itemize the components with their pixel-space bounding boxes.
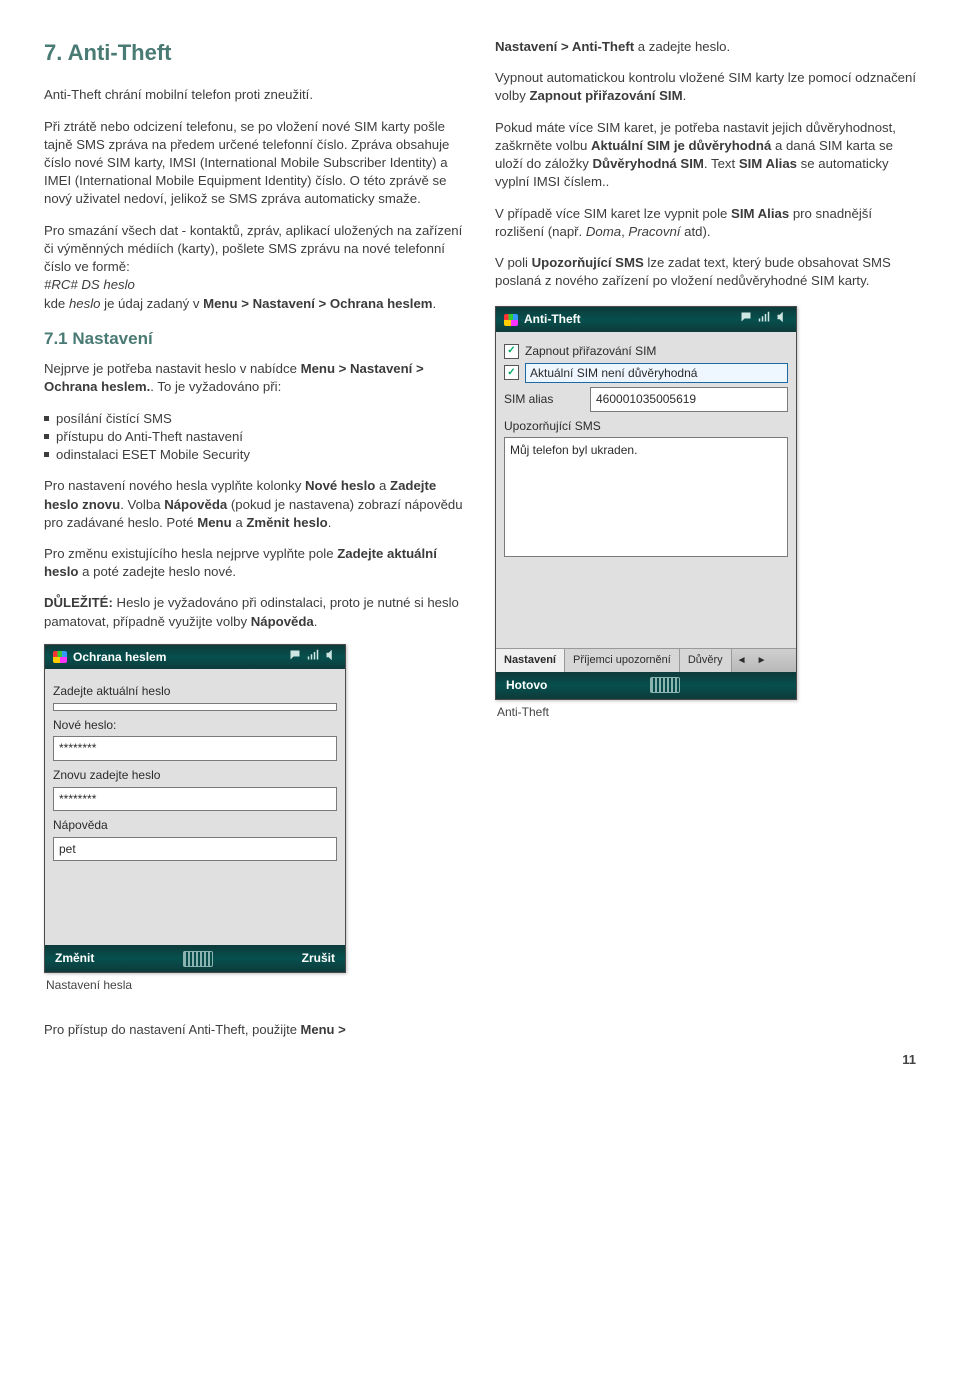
para: Vypnout automatickou kontrolu vložené SI… bbox=[495, 69, 916, 105]
para: DŮLEŽITÉ: Heslo je vyžadováno při odinst… bbox=[44, 594, 465, 630]
window-title: Anti-Theft bbox=[524, 311, 581, 328]
para: Nejprve je potřeba nastavit heslo v nabí… bbox=[44, 360, 465, 396]
figure-caption: Nastavení hesla bbox=[46, 977, 465, 994]
para: V poli Upozorňující SMS lze zadat text, … bbox=[495, 254, 916, 290]
windows-icon bbox=[53, 651, 67, 663]
para: Nastavení > Anti-Theft a zadejte heslo. bbox=[495, 38, 916, 56]
softkey-right[interactable] bbox=[783, 677, 786, 694]
tab-settings[interactable]: Nastavení bbox=[496, 649, 565, 672]
softkey-bar: Hotovo bbox=[496, 672, 796, 699]
softkey-left[interactable]: Změnit bbox=[55, 950, 94, 967]
figure-caption: Anti-Theft bbox=[497, 704, 916, 721]
checkbox-current-sim[interactable] bbox=[504, 365, 519, 380]
warn-sms-textarea[interactable]: Můj telefon byl ukraden. bbox=[504, 437, 788, 557]
chat-icon bbox=[289, 649, 301, 666]
label-warn-sms: Upozorňující SMS bbox=[504, 418, 788, 435]
tab-trusted[interactable]: Důvěry bbox=[680, 649, 732, 672]
keyboard-icon[interactable] bbox=[650, 677, 680, 693]
softkey-right[interactable]: Zrušit bbox=[302, 950, 335, 967]
list-item: přístupu do Anti-Theft nastavení bbox=[44, 428, 465, 446]
windows-icon bbox=[504, 314, 518, 326]
label-sim-alias: SIM alias bbox=[504, 391, 584, 408]
new-password-input[interactable]: ******** bbox=[53, 736, 337, 761]
para: Pro smazání všech dat - kontaktů, zpráv,… bbox=[44, 222, 465, 313]
phone-mock-password: Ochrana heslem Zadejte aktuální heslo No… bbox=[44, 644, 346, 973]
sim-alias-input[interactable]: 460001035005619 bbox=[590, 387, 788, 412]
signal-icon bbox=[307, 649, 319, 666]
chat-icon bbox=[740, 311, 752, 328]
bullet-list: posílání čistící SMS přístupu do Anti-Th… bbox=[44, 410, 465, 465]
footer-line: Pro přístup do nastavení Anti-Theft, pou… bbox=[44, 1021, 465, 1039]
tab-arrow-right[interactable]: ► bbox=[752, 651, 772, 671]
para: Pro nastavení nového hesla vyplňte kolon… bbox=[44, 477, 465, 532]
para: V případě více SIM karet lze vypnit pole… bbox=[495, 205, 916, 241]
code: #RC# DS heslo bbox=[44, 277, 135, 292]
keyboard-icon[interactable] bbox=[183, 951, 213, 967]
signal-icon bbox=[758, 311, 770, 328]
list-item: odinstalaci ESET Mobile Security bbox=[44, 446, 465, 464]
speaker-icon bbox=[776, 311, 788, 328]
subsection-heading: 7.1 Nastavení bbox=[44, 327, 465, 350]
list-item: posílání čistící SMS bbox=[44, 410, 465, 428]
speaker-icon bbox=[325, 649, 337, 666]
titlebar: Anti-Theft bbox=[496, 307, 796, 332]
para: Při ztrátě nebo odcizení telefonu, se po… bbox=[44, 118, 465, 209]
section-number: 7. bbox=[44, 40, 62, 65]
subsection-number: 7.1 bbox=[44, 329, 68, 348]
tab-recipients[interactable]: Příjemci upozornění bbox=[565, 649, 680, 672]
checkbox-label-highlight: Aktuální SIM není důvěryhodná bbox=[525, 363, 788, 384]
window-title: Ochrana heslem bbox=[73, 649, 166, 666]
again-password-input[interactable]: ******** bbox=[53, 787, 337, 812]
softkey-bar: Změnit Zrušit bbox=[45, 945, 345, 972]
label-new-password: Nové heslo: bbox=[53, 717, 337, 734]
hint-input[interactable]: pet bbox=[53, 837, 337, 862]
checkbox-enable-sim[interactable] bbox=[504, 344, 519, 359]
para: Pokud máte více SIM karet, je potřeba na… bbox=[495, 119, 916, 192]
phone-mock-antitheft: Anti-Theft Zapnout přiřazování SIM Aktuá… bbox=[495, 306, 797, 699]
current-password-input[interactable] bbox=[53, 703, 337, 711]
tab-arrow-left[interactable]: ◄ bbox=[732, 651, 752, 671]
checkbox-label: Zapnout přiřazování SIM bbox=[525, 343, 656, 360]
softkey-left[interactable]: Hotovo bbox=[506, 677, 547, 694]
para: Anti-Theft chrání mobilní telefon proti … bbox=[44, 86, 465, 104]
section-title: Anti-Theft bbox=[68, 40, 172, 65]
page-number: 11 bbox=[44, 1051, 916, 1069]
label-again-password: Znovu zadejte heslo bbox=[53, 767, 337, 784]
tab-bar: Nastavení Příjemci upozornění Důvěry ◄ ► bbox=[496, 648, 796, 672]
label-hint: Nápověda bbox=[53, 817, 337, 834]
para: Pro změnu existujícího hesla nejprve vyp… bbox=[44, 545, 465, 581]
section-heading: 7. Anti-Theft bbox=[44, 38, 465, 68]
subsection-title: Nastavení bbox=[72, 329, 152, 348]
titlebar: Ochrana heslem bbox=[45, 645, 345, 670]
label-current-password: Zadejte aktuální heslo bbox=[53, 683, 337, 700]
